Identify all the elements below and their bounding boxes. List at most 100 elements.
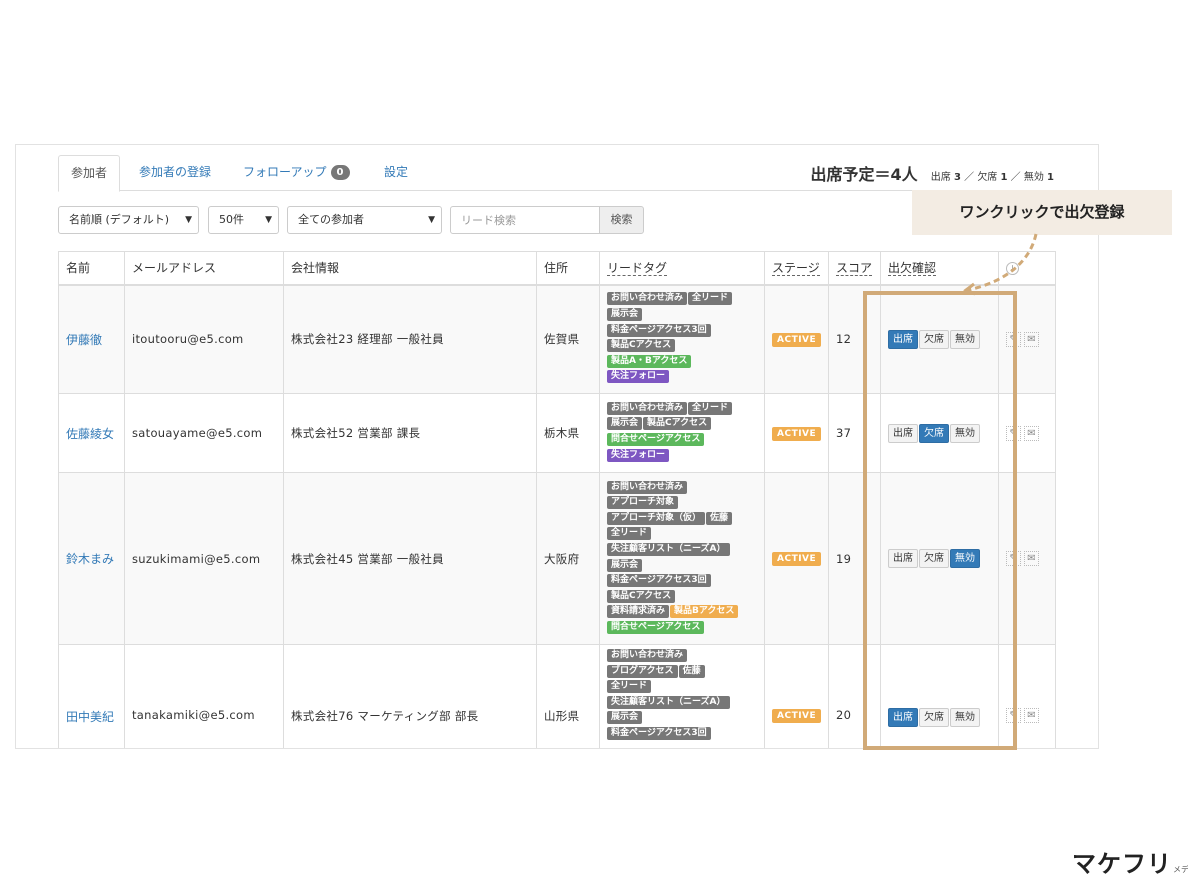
mail-icon[interactable]: ✉ bbox=[1024, 331, 1039, 347]
mail-icon[interactable]: ✉ bbox=[1024, 708, 1039, 723]
tag-line: 問合せページアクセス bbox=[607, 620, 764, 637]
lead-tag[interactable]: お問い合わせ済み bbox=[607, 401, 688, 415]
lead-tag[interactable]: 展示会 bbox=[607, 558, 643, 572]
lead-tag[interactable]: 失注フォロー bbox=[607, 448, 670, 462]
audience-select[interactable]: 全ての参加者 ▼ bbox=[287, 206, 442, 234]
tag-line: 問合せページアクセス bbox=[607, 433, 764, 449]
lead-tag[interactable]: 全リード bbox=[607, 680, 652, 694]
present-label: 出席 bbox=[930, 172, 951, 183]
absent-button[interactable]: 欠席 bbox=[919, 549, 949, 568]
stage-badge: ACTIVE bbox=[772, 552, 822, 566]
table-row: 佐藤綾女 satouayame@e5.com 株式会社52 営業部 課長 栃木県 お問い… bbox=[58, 393, 1056, 473]
col-lead-tags[interactable]: リードタグ bbox=[599, 251, 765, 286]
lead-tag[interactable]: 全リード bbox=[688, 401, 733, 415]
participant-name-link[interactable]: 佐藤綾女 bbox=[66, 427, 114, 441]
lead-tag[interactable]: 製品A・Bアクセス bbox=[607, 354, 692, 368]
present-button[interactable]: 出席 bbox=[888, 549, 918, 568]
tag-line: 失注フォロー bbox=[607, 448, 764, 465]
email: tanakamiki@e5.com bbox=[132, 708, 255, 722]
search-button[interactable]: 検索 bbox=[599, 206, 644, 234]
present-button[interactable]: 出席 bbox=[888, 708, 918, 727]
lead-tag[interactable]: 失注フォロー bbox=[607, 370, 670, 384]
col-score[interactable]: スコア bbox=[828, 251, 881, 286]
per-page-select[interactable]: 50件 ▼ bbox=[208, 206, 279, 234]
invalid-button[interactable]: 無効 bbox=[950, 423, 980, 443]
edit-icon[interactable]: ✎ bbox=[1006, 331, 1021, 347]
sort-select[interactable]: 名前順 (デフォルト) ▼ bbox=[58, 206, 199, 234]
lead-tag[interactable]: 料金ページアクセス3回 bbox=[607, 323, 711, 337]
lead-tags: お問い合わせ済み 全リード 展示会 料金ページアクセス3回 製品Cアクセス 製品A・Bアク… bbox=[607, 288, 764, 390]
tab-follow-up[interactable]: フォローアップ 0 bbox=[231, 155, 362, 191]
lead-tag[interactable]: 展示会 bbox=[607, 308, 643, 322]
lead-tag[interactable]: アプローチ対象（仮） bbox=[607, 511, 706, 525]
lead-tag[interactable]: 失注顧客リスト（ニーズA） bbox=[607, 542, 730, 556]
lead-tag[interactable]: 料金ページアクセス3回 bbox=[607, 574, 711, 588]
absent-button[interactable]: 欠席 bbox=[919, 329, 949, 349]
lead-tag[interactable]: 佐藤 bbox=[678, 664, 705, 678]
chevron-down-icon: ▼ bbox=[265, 215, 272, 225]
participant-name-link[interactable]: 田中美紀 bbox=[66, 710, 114, 724]
tag-line: 失注顧客リスト（ニーズA） bbox=[607, 542, 764, 559]
invalid-button[interactable]: 無効 bbox=[950, 708, 980, 727]
tag-line: 全リード bbox=[607, 680, 764, 696]
tag-line: お問い合わせ済み 全リード bbox=[607, 401, 764, 418]
table-header-row: 名前 メールアドレス 会社情報 住所 リードタグ ステージ スコア 出欠確認 ↓ bbox=[58, 251, 1056, 286]
table-row: 田中美紀 tanakamiki@e5.com 株式会社76 マーケティング部 部長 山… bbox=[58, 644, 1056, 748]
lead-tag[interactable]: ブログアクセス bbox=[607, 664, 678, 678]
lead-tag[interactable]: 失注顧客リスト（ニーズA） bbox=[607, 695, 730, 709]
row-actions: ✎ ✉ bbox=[1006, 331, 1042, 347]
participant-name-link[interactable]: 鈴木まみ bbox=[66, 552, 114, 566]
mail-icon[interactable]: ✉ bbox=[1024, 425, 1039, 441]
invalid-label: 無効 bbox=[1023, 172, 1044, 183]
row-actions: ✎ ✉ bbox=[1006, 708, 1042, 723]
lead-tag[interactable]: 全リード bbox=[607, 527, 652, 541]
lead-tag[interactable]: 製品Bアクセス bbox=[670, 605, 739, 619]
tag-line: 展示会 bbox=[607, 711, 764, 727]
invalid-button[interactable]: 無効 bbox=[950, 549, 980, 568]
lead-tag[interactable]: 料金ページアクセス3回 bbox=[607, 726, 711, 740]
lead-tag[interactable]: 製品Cアクセス bbox=[643, 417, 712, 431]
tab-participants[interactable]: 参加者 bbox=[58, 155, 121, 192]
edit-icon[interactable]: ✎ bbox=[1006, 425, 1021, 441]
tab-label: フォローアップ bbox=[243, 165, 327, 179]
stage-badge: ACTIVE bbox=[772, 709, 822, 723]
tag-line: 製品A・Bアクセス bbox=[607, 354, 764, 371]
col-stage[interactable]: ステージ bbox=[764, 251, 829, 286]
logo-subtext: メディア bbox=[1173, 865, 1188, 874]
present-button[interactable]: 出席 bbox=[888, 329, 918, 349]
col-email: メールアドレス bbox=[124, 251, 284, 286]
lead-tag[interactable]: アプローチ対象 bbox=[607, 496, 679, 510]
invalid-count: 1 bbox=[1047, 172, 1054, 183]
lead-search-input[interactable] bbox=[450, 206, 600, 234]
lead-tag[interactable]: お問い合わせ済み bbox=[607, 480, 688, 494]
participant-name-link[interactable]: 伊藤徹 bbox=[66, 333, 102, 347]
invalid-button[interactable]: 無効 bbox=[950, 329, 980, 349]
present-button[interactable]: 出席 bbox=[888, 423, 918, 443]
lead-tag[interactable]: 問合せページアクセス bbox=[607, 433, 705, 446]
lead-tag[interactable]: お問い合わせ済み bbox=[607, 292, 688, 306]
lead-tag[interactable]: 全リード bbox=[688, 292, 733, 306]
tab-settings[interactable]: 設定 bbox=[372, 155, 420, 191]
lead-tag[interactable]: 佐藤 bbox=[706, 511, 733, 525]
lead-tag[interactable]: お問い合わせ済み bbox=[607, 649, 688, 662]
tab-register-participants[interactable]: 参加者の登録 bbox=[127, 155, 223, 191]
col-company: 会社情報 bbox=[283, 251, 537, 286]
edit-icon[interactable]: ✎ bbox=[1006, 551, 1021, 566]
lead-tag[interactable]: 製品Cアクセス bbox=[607, 589, 676, 603]
edit-icon[interactable]: ✎ bbox=[1006, 708, 1021, 723]
tag-line: お問い合わせ済み bbox=[607, 480, 764, 497]
lead-tag[interactable]: 問合せページアクセス bbox=[607, 620, 705, 634]
logo-text: マケフリ bbox=[1072, 850, 1172, 878]
lead-tag[interactable]: 展示会 bbox=[607, 417, 643, 431]
absent-button[interactable]: 欠席 bbox=[919, 423, 949, 443]
expected-attendance-title: 出席予定＝4人 bbox=[810, 165, 918, 184]
address: 大阪府 bbox=[544, 551, 580, 566]
absent-button[interactable]: 欠席 bbox=[919, 708, 949, 727]
lead-tag[interactable]: 展示会 bbox=[607, 711, 643, 725]
tag-line: お問い合わせ済み 全リード bbox=[607, 292, 764, 308]
lead-tag[interactable]: 製品Cアクセス bbox=[607, 339, 676, 353]
mail-icon[interactable]: ✉ bbox=[1024, 551, 1039, 566]
lead-tag[interactable]: 資料請求済み bbox=[607, 605, 670, 619]
summary-counts: 出席 3 ／ 欠席 1 ／ 無効 1 bbox=[931, 172, 1054, 183]
tag-line: アプローチ対象 bbox=[607, 496, 764, 512]
